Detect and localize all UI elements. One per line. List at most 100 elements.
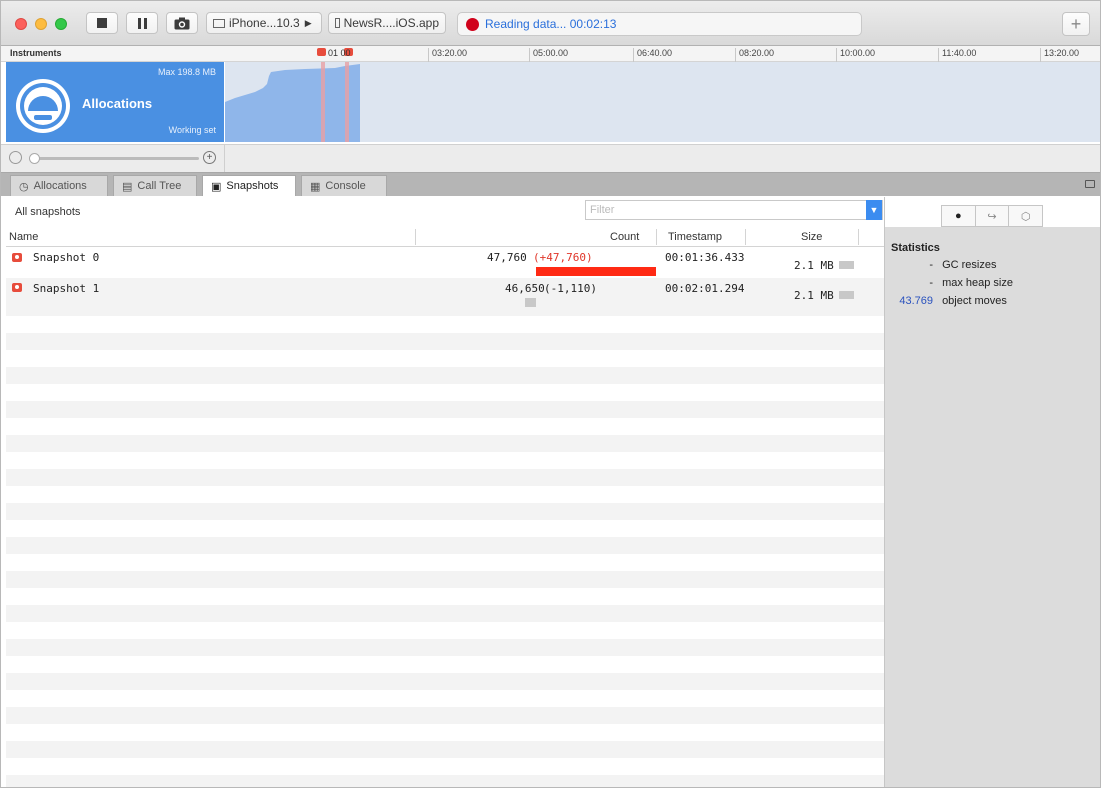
snapshot-count: 47,760 [487, 251, 527, 264]
allocations-track-header[interactable]: Max 198.8 MB Allocations Working set [6, 62, 224, 142]
app-label: NewsR....iOS.app [343, 16, 439, 30]
device-icon [213, 18, 225, 28]
pause-icon [137, 17, 147, 29]
time-tick: 06:40.00 [633, 48, 672, 62]
column-separator [745, 229, 746, 245]
stop-button[interactable] [86, 12, 118, 34]
detail-tab-bar: ◷ Allocations ▤ Call Tree ▣ Snapshots ▦ … [1, 172, 1100, 196]
time-tick: 11:40.00 [938, 48, 976, 62]
column-header-size[interactable]: Size [801, 231, 822, 243]
allocations-graph[interactable] [225, 62, 1100, 142]
timeline-ruler[interactable]: Instruments 01 00 03:20.00 05:00.00 06:4… [1, 46, 1100, 62]
record-indicator-icon [466, 17, 479, 31]
time-tick: 13:20.00 [1040, 48, 1079, 62]
snapshot-scope-label: All snapshots [15, 206, 81, 218]
target-app-selector[interactable]: NewsR....iOS.app [328, 12, 446, 34]
allocations-gauge-icon [16, 79, 70, 133]
console-icon: ▦ [310, 180, 321, 193]
snapshot-icon [12, 283, 22, 292]
divider [224, 145, 225, 173]
tab-snapshots[interactable]: ▣ Snapshots [202, 175, 296, 196]
snapshot-timestamp: 00:01:36.433 [665, 251, 745, 264]
stat-row: 43.769 object moves [885, 295, 1100, 307]
device-label: iPhone...10.3 [229, 16, 300, 30]
snapshot-timestamp: 00:02:01.294 [665, 282, 745, 295]
count-delta-bar [536, 267, 656, 276]
filter-placeholder: Filter [590, 204, 615, 216]
track-name: Allocations [82, 96, 153, 111]
size-bar [839, 261, 854, 269]
tab-call-tree[interactable]: ▤ Call Tree [113, 175, 197, 196]
table-header: Name Count Timestamp Size [6, 227, 884, 247]
plus-icon: + [1070, 13, 1082, 34]
time-tick: 08:20.00 [735, 48, 774, 62]
size-bar [839, 291, 854, 299]
stat-value: - [929, 277, 933, 289]
snapshot-name: Snapshot 0 [33, 251, 100, 264]
column-header-name[interactable]: Name [9, 231, 38, 243]
column-separator [656, 229, 657, 245]
clock-icon: ◷ [19, 180, 29, 193]
allocations-graph-svg [225, 62, 360, 142]
snapshot-1-marker-line [345, 62, 349, 142]
stop-icon [97, 18, 107, 28]
time-tick: 10:00.00 [836, 48, 875, 62]
toolbar: iPhone...10.3 ▶ NewsR....iOS.app Reading… [1, 1, 1100, 46]
column-separator [415, 229, 416, 245]
stat-row: - max heap size [885, 277, 1100, 289]
stat-row: - GC resizes [885, 259, 1100, 271]
camera-icon: ▣ [211, 180, 222, 193]
snapshot-0-marker-line [321, 62, 325, 142]
snapshot-icon [12, 253, 22, 262]
chevron-down-icon[interactable]: ▼ [866, 200, 882, 220]
track-working-set-label: Working set [168, 125, 216, 135]
backtrace-icon[interactable]: ↪ [976, 206, 1010, 226]
zoom-slider[interactable] [29, 153, 199, 164]
stat-value: 43.769 [899, 295, 933, 307]
toggle-inspector-icon[interactable] [1085, 180, 1095, 188]
info-icon[interactable]: ● [942, 206, 976, 226]
snapshots-table: Name Count Timestamp Size Snapshot 0 47,… [6, 227, 884, 787]
zoom-out-icon[interactable] [9, 151, 22, 164]
column-header-count[interactable]: Count [610, 231, 639, 243]
filter-input[interactable]: Filter ▼ [585, 200, 883, 220]
add-instrument-button[interactable]: + [1062, 12, 1090, 36]
time-tick: 05:00.00 [529, 48, 568, 62]
table-row[interactable]: Snapshot 0 47,760 (+47,760) 00:01:36.433… [6, 248, 884, 278]
snapshot-button[interactable] [166, 12, 198, 34]
cube-icon[interactable]: ⬡ [1009, 206, 1042, 226]
statistics-title: Statistics [891, 242, 940, 254]
zoom-row: + [1, 144, 1100, 173]
time-tick: 03:20.00 [428, 48, 467, 62]
stat-label: GC resizes [942, 259, 997, 271]
instruments-label: Instruments [10, 48, 62, 58]
tab-label: Call Tree [137, 180, 182, 192]
zoom-in-icon[interactable]: + [203, 151, 216, 164]
column-header-timestamp[interactable]: Timestamp [668, 231, 722, 243]
pause-button[interactable] [126, 12, 158, 34]
snapshot-marker-icon [317, 48, 326, 56]
status-text: Reading data... 00:02:13 [485, 17, 617, 31]
tab-console[interactable]: ▦ Console [301, 175, 387, 196]
markers-label: 01 00 [328, 48, 351, 58]
table-row[interactable]: Snapshot 1 46,650 (-1,110) 00:02:01.294 … [6, 278, 884, 308]
track-max-label: Max 198.8 MB [157, 67, 216, 77]
tab-label: Snapshots [226, 180, 279, 192]
snapshot-size: 2.1 MB [794, 289, 834, 302]
tab-label: Console [325, 180, 366, 192]
minimize-window-button[interactable] [35, 18, 47, 30]
close-window-button[interactable] [15, 18, 27, 30]
inspector-panel: ● ↪ ⬡ Statistics - GC resizes - max heap… [884, 197, 1100, 787]
tab-allocations[interactable]: ◷ Allocations [10, 175, 108, 196]
stat-label: object moves [942, 295, 1007, 307]
call-tree-icon: ▤ [122, 180, 133, 193]
zoom-window-button[interactable] [55, 18, 67, 30]
stat-label: max heap size [942, 277, 1013, 289]
recording-status: Reading data... 00:02:13 [457, 12, 862, 36]
instruments-window: iPhone...10.3 ▶ NewsR....iOS.app Reading… [0, 0, 1101, 788]
column-separator [858, 229, 859, 245]
device-selector[interactable]: iPhone...10.3 ▶ [206, 12, 322, 34]
zoom-slider-thumb[interactable] [29, 153, 40, 164]
camera-icon [174, 17, 190, 29]
snapshot-name: Snapshot 1 [33, 282, 100, 295]
